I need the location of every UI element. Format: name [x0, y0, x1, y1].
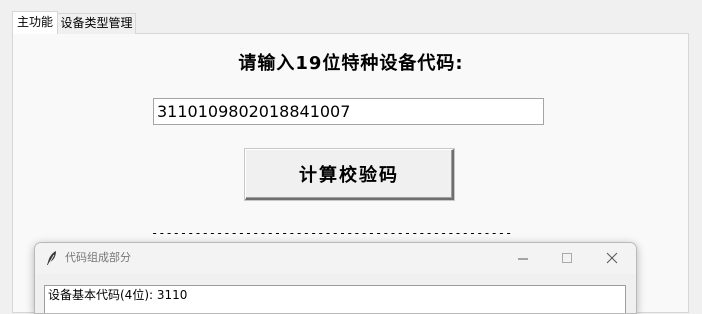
close-icon — [606, 252, 618, 264]
minimize-button[interactable] — [501, 243, 545, 274]
code-prompt-label: 请输入19位特种设备代码: — [238, 53, 464, 74]
window-titlebar[interactable]: 代码组成部分 — [35, 243, 636, 274]
window-title: 代码组成部分 — [65, 251, 131, 264]
tab-bar: 主功能 设备类型管理 — [0, 0, 702, 34]
separator-line: ----------------------------------------… — [151, 226, 513, 240]
code-components-window[interactable]: 代码组成部分 设备基本代码(4位): 3110 — [34, 242, 637, 314]
base-code-line: 设备基本代码(4位): 3110 — [48, 288, 188, 302]
maximize-icon — [562, 253, 572, 263]
calculate-checksum-button[interactable]: 计算校验码 — [245, 149, 454, 200]
tab-main-function[interactable]: 主功能 — [12, 11, 58, 34]
close-button[interactable] — [590, 243, 634, 274]
result-text-area[interactable]: 设备基本代码(4位): 3110 — [44, 285, 626, 313]
tab-device-type-management[interactable]: 设备类型管理 — [58, 13, 136, 34]
window-edge — [689, 0, 702, 299]
maximize-button[interactable] — [545, 243, 589, 274]
minimize-icon — [518, 258, 528, 260]
device-code-input[interactable] — [153, 98, 544, 125]
feather-icon — [45, 250, 59, 266]
